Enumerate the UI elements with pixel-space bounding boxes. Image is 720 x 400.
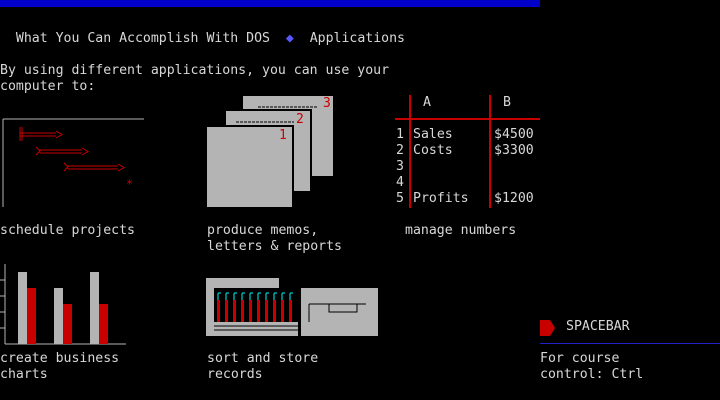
table-cell-b: $3300 (494, 143, 534, 158)
table-row: 4 (396, 175, 404, 191)
page-title: What You Can Accomplish With DOS (15, 31, 270, 46)
intro-line-2: computer to: (0, 79, 96, 94)
row-number: 5 (396, 191, 404, 206)
row-number: 1 (396, 127, 404, 142)
table-cell-b: $4500 (494, 127, 534, 142)
section-title: Applications (309, 31, 405, 46)
course-control-line-1: For course (540, 351, 620, 366)
diamond-icon: ◆ (285, 31, 294, 46)
page-number-1: 1 (279, 128, 287, 143)
column-header-a: A (423, 95, 431, 110)
intro-line-1: By using different applications, you can… (0, 63, 390, 78)
svg-text:*: * (126, 177, 133, 191)
page-number-2: 2 (296, 112, 304, 127)
page-number-3: 3 (323, 96, 331, 111)
spacebar-arrow-icon (540, 320, 555, 336)
header: What You Can Accomplish With DOS ◆ Appli… (0, 15, 405, 47)
file-cabinet-icon (206, 278, 378, 336)
memos-label-line-2: letters & reports (207, 239, 342, 254)
manage-numbers-label: manage numbers (405, 223, 517, 238)
table-cell-b: $1200 (494, 191, 534, 206)
records-label-line-1: sort and store (207, 351, 319, 366)
table-cell-a: Profits (413, 191, 469, 206)
spacebar-label[interactable]: SPACEBAR (566, 319, 630, 335)
table-cell-a: Costs (413, 143, 453, 158)
row-number: 4 (396, 175, 404, 190)
table-row: 5 (396, 191, 404, 207)
charts-label-line-1: create business (0, 351, 120, 366)
footer-divider (540, 343, 720, 344)
column-header-b: B (503, 95, 511, 110)
row-number: 2 (396, 143, 404, 158)
bar-chart-icon (0, 264, 126, 345)
row-number: 3 (396, 159, 404, 174)
table-cell-a: Sales (413, 127, 453, 142)
schedule-projects-label: schedule projects (0, 223, 135, 238)
memos-label-line-1: produce memos, (207, 223, 319, 238)
table-row: 2 (396, 143, 404, 159)
table-row: 3 (396, 159, 404, 175)
course-control-line-2: control: Ctrl (540, 367, 644, 382)
top-accent-bar (0, 0, 540, 7)
table-row: 1 (396, 127, 404, 143)
records-label-line-2: records (207, 367, 263, 382)
charts-label-line-2: charts (0, 367, 48, 382)
schedule-projects-icon: * (2, 118, 144, 207)
memos-pages-icon: 3 2 1 (205, 96, 333, 209)
